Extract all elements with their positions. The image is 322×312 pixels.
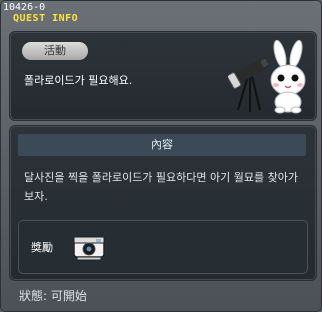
quest-status: 狀態: 可開始 — [19, 289, 87, 303]
quest-id: 10426-0 — [3, 2, 46, 13]
activity-badge: 活動 — [22, 42, 88, 60]
polaroid-camera-icon[interactable] — [71, 229, 107, 263]
quest-description: 달사진을 찍을 폴라로이드가 필요하다면 아기 월묘를 찾아가 보자. — [24, 171, 298, 203]
activity-panel: 活動 폴라로이드가 필요해요. — [9, 31, 317, 121]
reward-label: 獎勵 — [31, 241, 53, 254]
content-header: 內容 — [18, 134, 306, 156]
reward-box: 獎勵 — [18, 220, 308, 274]
activity-text: 폴라로이드가 필요해요. — [24, 74, 133, 87]
quest-info-window: 10426-0 QUEST INFO 活動 폴라로이드가 필요해요. 內容 달사… — [0, 0, 322, 312]
window-title: QUEST INFO — [13, 13, 79, 24]
rabbit-telescope-icon — [228, 39, 306, 114]
content-panel: 內容 달사진을 찍을 폴라로이드가 필요하다면 아기 월묘를 찾아가 보자. 獎… — [9, 125, 317, 281]
